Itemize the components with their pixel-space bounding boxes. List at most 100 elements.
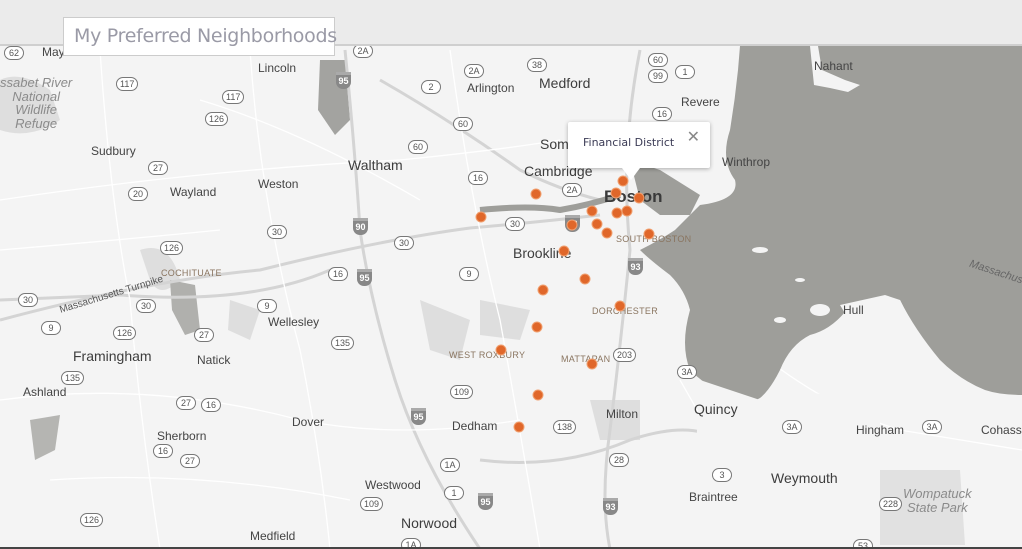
park-label: ssabet River National Wildlife Refuge [0, 75, 73, 131]
route-shield: 3A [677, 365, 697, 379]
interstate-shield: 95 [357, 269, 372, 286]
map-base-layer [0, 46, 1022, 547]
city-label: Braintree [689, 490, 738, 504]
neighborhood-marker[interactable] [537, 284, 549, 296]
close-icon[interactable]: ✕ [687, 130, 700, 146]
route-shield: 138 [553, 420, 577, 434]
route-shield: 30 [267, 225, 287, 239]
city-label: Norwood [401, 515, 458, 531]
city-label: Weymouth [771, 470, 838, 486]
map-canvas[interactable]: 62 2A 117 117 126 2 2A 38 60 99 60 16 60 27 16 2A 30 30 12… [0, 46, 1022, 547]
route-shield: 9 [257, 299, 277, 313]
neighborhood-label: DORCHESTER [592, 306, 659, 316]
route-shield: 30 [505, 217, 525, 231]
neighborhood-marker[interactable] [633, 192, 645, 204]
neighborhood-marker[interactable] [586, 205, 598, 217]
info-window-tail [622, 168, 640, 180]
city-label: Sherborn [157, 429, 207, 443]
city-label: Weston [258, 177, 299, 191]
route-shield: 126 [160, 241, 184, 255]
neighborhood-marker[interactable] [610, 187, 622, 199]
route-shield: 3A [922, 420, 942, 434]
neighborhood-marker[interactable] [586, 358, 598, 370]
interstate-shield: 95 [336, 72, 351, 89]
route-shield: 9 [41, 321, 61, 335]
route-shield: 2A [353, 46, 373, 58]
neighborhood-marker[interactable] [531, 321, 543, 333]
city-label: Sudbury [91, 144, 136, 158]
route-shield: 60 [453, 117, 473, 131]
neighborhood-marker[interactable] [530, 188, 542, 200]
route-shield: 126 [205, 112, 229, 126]
interstate-shield: 95 [478, 493, 493, 510]
city-label: Westwood [365, 478, 421, 492]
neighborhood-marker[interactable] [566, 219, 578, 231]
neighborhood-marker[interactable] [558, 245, 570, 257]
info-window: Financial District ✕ [568, 122, 710, 180]
route-shield: 38 [527, 58, 547, 72]
city-label: Natick [197, 353, 231, 367]
city-label: Framingham [73, 348, 152, 364]
city-label: Dedham [452, 419, 498, 433]
route-shield: 135 [331, 336, 355, 350]
route-shield: 60 [408, 140, 428, 154]
route-shield: 117 [116, 77, 139, 91]
route-shield: 16 [652, 107, 672, 121]
city-label: Milton [606, 407, 639, 421]
route-shield: 60 [648, 53, 668, 67]
route-shield: 117 [222, 90, 245, 104]
city-label: Dover [292, 415, 325, 429]
city-label: Hull [843, 303, 864, 317]
route-shield: 28 [609, 453, 629, 467]
info-window-title: Financial District [583, 136, 675, 149]
neighborhood-marker[interactable] [621, 205, 633, 217]
charles-river [479, 192, 621, 214]
city-label: Lincoln [258, 61, 297, 75]
route-shield: 135 [61, 371, 85, 385]
city-label: Medford [539, 75, 591, 91]
interstate-shield: 95 [411, 408, 426, 425]
neighborhood-marker[interactable] [614, 300, 626, 312]
route-shield: 1 [444, 486, 464, 500]
route-shield: 126 [113, 326, 137, 340]
route-shield: 99 [648, 69, 668, 83]
route-shield: 16 [201, 398, 221, 412]
route-shield: 27 [194, 328, 214, 342]
neighborhood-marker[interactable] [475, 211, 487, 223]
city-label: Ashland [23, 385, 67, 399]
route-shield: 30 [136, 299, 156, 313]
route-shield: 203 [613, 348, 637, 362]
neighborhood-marker[interactable] [591, 218, 603, 230]
route-shield: 20 [128, 187, 148, 201]
route-shield: 16 [153, 444, 173, 458]
route-shield: 3A [782, 420, 802, 434]
route-shield: 109 [360, 497, 384, 511]
route-shield: 2A [464, 64, 484, 78]
route-shield: 30 [18, 293, 38, 307]
neighborhood-marker[interactable] [495, 344, 507, 356]
page-title: My Preferred Neighborhoods [74, 25, 337, 47]
neighborhood-label: WEST ROXBURY [449, 350, 526, 360]
neighborhood-marker[interactable] [532, 389, 544, 401]
city-label: May [42, 46, 65, 59]
route-shield: 9 [459, 267, 479, 281]
interstate-shield: 90 [353, 218, 368, 235]
city-label: Medfield [250, 529, 296, 543]
page-title-box: My Preferred Neighborhoods [63, 17, 337, 56]
city-label: Arlington [467, 81, 515, 95]
route-shield: 27 [176, 396, 196, 410]
route-shield: 126 [80, 513, 104, 527]
route-shield: 27 [148, 161, 168, 175]
route-shield: 228 [879, 497, 903, 511]
neighborhood-marker[interactable] [579, 273, 591, 285]
city-label: Wayland [170, 185, 217, 199]
neighborhood-marker[interactable] [643, 228, 655, 240]
city-label: Som [540, 136, 569, 152]
neighborhood-marker[interactable] [513, 421, 525, 433]
city-label: Winthrop [722, 155, 771, 169]
city-label: Waltham [348, 157, 403, 173]
park-label: Wompatuck State Park [903, 486, 972, 515]
neighborhood-marker[interactable] [601, 227, 613, 239]
route-shield: 27 [180, 454, 200, 468]
route-shield: 1 [675, 65, 695, 79]
